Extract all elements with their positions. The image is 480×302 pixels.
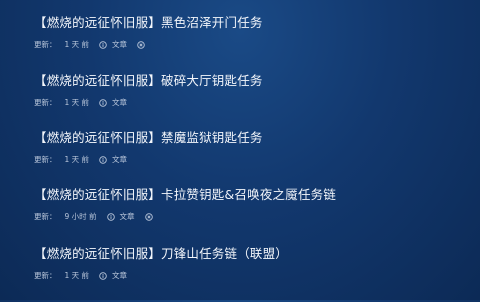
meta-time: 1 天 前 — [64, 98, 90, 107]
close-icon[interactable] — [144, 213, 153, 221]
article-title-link[interactable]: 【燃烧的远征怀旧服】黑色沼泽开门任务 — [34, 15, 263, 31]
category-link[interactable]: 文章 — [112, 97, 127, 109]
meta-label: 更新： — [34, 98, 57, 107]
list-item: 【燃烧的远征怀旧服】破碎大厅钥匙任务 更新： 1 天 前 文章 — [0, 73, 480, 129]
list-item: 【燃烧的远征怀旧服】刀锋山任务链（联盟） 更新： 1 天 前 文章 — [0, 246, 480, 302]
meta-time: 9 小时 前 — [64, 212, 97, 221]
info-icon — [106, 213, 115, 221]
article-meta: 更新： 1 天 前 文章 — [34, 154, 137, 166]
article-title-link[interactable]: 【燃烧的远征怀旧服】禁魔监狱钥匙任务 — [34, 130, 263, 146]
info-icon — [99, 156, 107, 164]
meta-label: 更新： — [34, 155, 57, 164]
category-link[interactable]: 文章 — [120, 211, 135, 223]
category-link[interactable]: 文章 — [112, 154, 127, 166]
meta-label: 更新： — [34, 40, 57, 49]
article-title-link[interactable]: 【燃烧的远征怀旧服】刀锋山任务链（联盟） — [34, 246, 288, 262]
article-meta: 更新： 1 天 前 文章 — [34, 39, 145, 51]
meta-label: 更新： — [34, 271, 57, 280]
article-meta: 更新： 9 小时 前 文章 — [34, 211, 153, 223]
close-icon[interactable] — [137, 41, 145, 49]
meta-time: 1 天 前 — [64, 40, 90, 49]
info-icon — [99, 41, 107, 49]
meta-time: 1 天 前 — [64, 271, 90, 280]
meta-time: 1 天 前 — [64, 155, 90, 164]
list-item: 【燃烧的远征怀旧服】黑色沼泽开门任务 更新： 1 天 前 文章 — [0, 15, 480, 71]
article-title-link[interactable]: 【燃烧的远征怀旧服】破碎大厅钥匙任务 — [34, 73, 263, 89]
article-list: 【燃烧的远征怀旧服】黑色沼泽开门任务 更新： 1 天 前 文章 【燃烧的远征怀旧… — [0, 0, 480, 300]
list-item: 【燃烧的远征怀旧服】卡拉赞钥匙&召唤夜之魇任务链 更新： 9 小时 前 文章 — [0, 187, 480, 243]
category-link[interactable]: 文章 — [112, 270, 127, 282]
article-title-link[interactable]: 【燃烧的远征怀旧服】卡拉赞钥匙&召唤夜之魇任务链 — [34, 187, 336, 203]
article-meta: 更新： 1 天 前 文章 — [34, 270, 137, 282]
list-item: 【燃烧的远征怀旧服】禁魔监狱钥匙任务 更新： 1 天 前 文章 — [0, 130, 480, 186]
meta-label: 更新： — [34, 212, 57, 221]
info-icon — [99, 272, 107, 280]
info-icon — [99, 99, 107, 107]
article-meta: 更新： 1 天 前 文章 — [34, 97, 137, 109]
category-link[interactable]: 文章 — [112, 39, 127, 51]
